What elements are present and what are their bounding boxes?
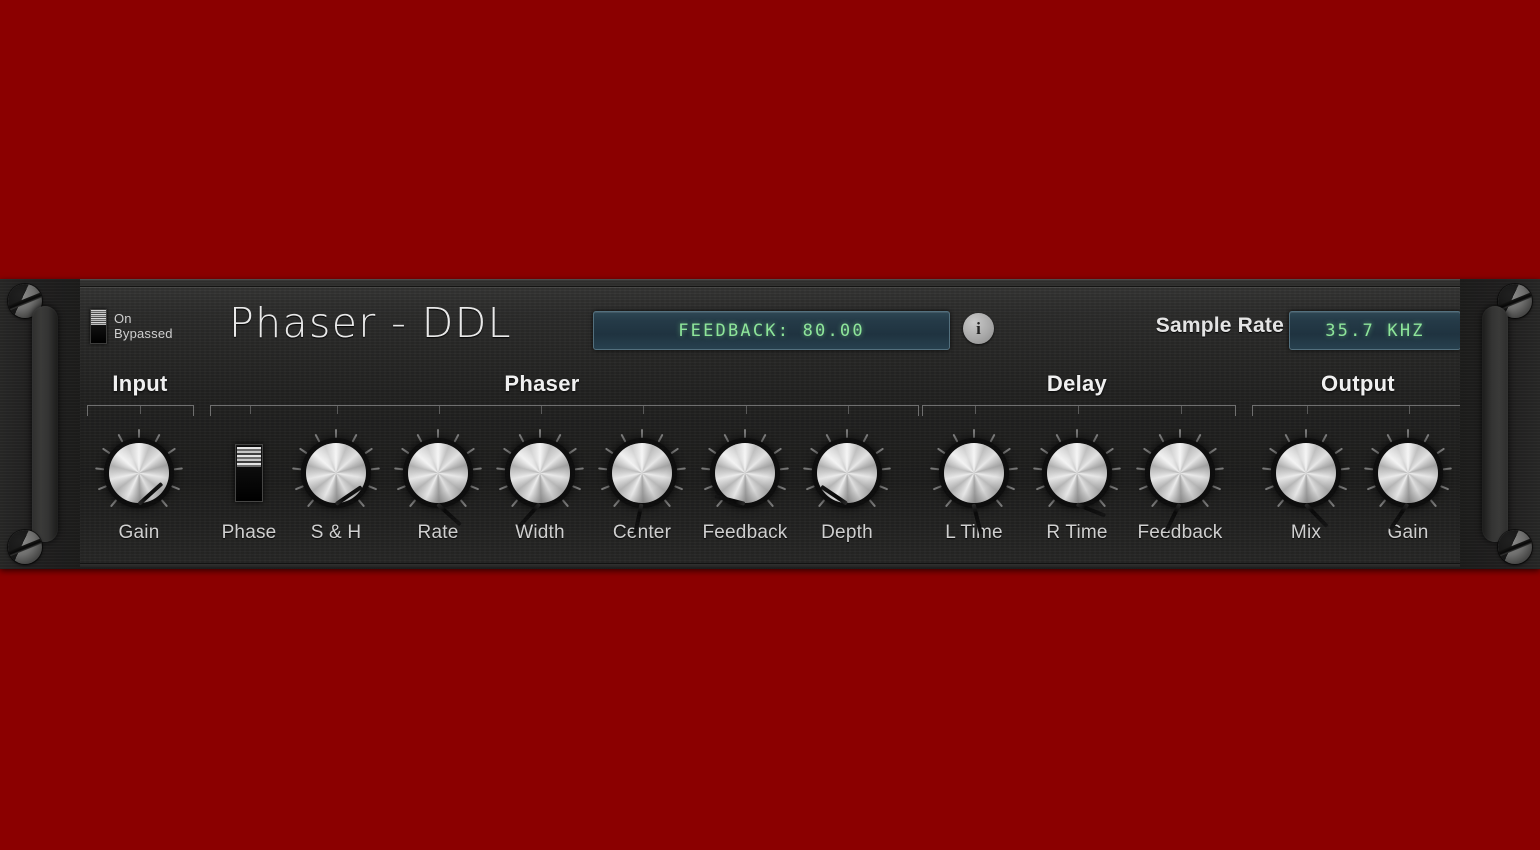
parameter-readout-display[interactable]: FEEDBACK: 80.00 <box>593 311 950 350</box>
bracket-tick <box>541 406 542 414</box>
rack-ear-right <box>1460 279 1540 569</box>
control-label-input-gain: Gain <box>118 522 160 543</box>
rack-handle-left <box>32 306 58 542</box>
knob-body[interactable] <box>1047 443 1107 518</box>
rack-ear-left <box>0 279 80 569</box>
bypass-toggle-group[interactable]: On Bypassed <box>90 309 173 344</box>
bypass-labels: On Bypassed <box>114 310 173 341</box>
bracket-tick <box>140 406 141 414</box>
control-cell-l-time: L Time <box>914 429 1034 544</box>
knob-center[interactable] <box>598 429 686 535</box>
bracket-tick <box>1181 406 1182 414</box>
knob-width[interactable] <box>496 429 584 529</box>
knob-body[interactable] <box>612 443 672 535</box>
switch-body <box>236 467 262 501</box>
control-cell-input-gain: Gain <box>79 429 199 544</box>
bracket-tick <box>439 406 440 414</box>
knob-l-time[interactable] <box>930 429 1018 535</box>
knob-body[interactable] <box>817 443 877 506</box>
bracket-tick <box>975 406 976 414</box>
control-label-l-time: L Time <box>945 522 1003 543</box>
control-label-delay-feedback: Feedback <box>1137 522 1223 543</box>
section-title-input: Input <box>112 371 168 396</box>
knob-body[interactable] <box>1276 443 1336 528</box>
knob-body[interactable] <box>408 443 468 527</box>
section-title-delay: Delay <box>1046 371 1108 396</box>
control-cell-output-gain: Gain <box>1348 429 1468 544</box>
bypass-switch[interactable] <box>90 309 107 344</box>
knob-body[interactable] <box>109 443 169 506</box>
knob-r-time[interactable] <box>1033 429 1121 518</box>
knob-input-gain[interactable] <box>95 429 183 517</box>
sample-rate-display: 35.7 KHZ <box>1289 311 1461 350</box>
knob-rate[interactable] <box>394 429 482 527</box>
knob-delay-feedback[interactable] <box>1136 429 1224 533</box>
control-cell-r-time: R Time <box>1017 429 1137 544</box>
knob-body[interactable] <box>944 443 1004 535</box>
control-label-center: Center <box>612 522 672 543</box>
bracket-tick <box>1307 406 1308 414</box>
section-title-output: Output <box>1321 371 1395 396</box>
bracket-tick <box>1078 406 1079 414</box>
knob-phaser-feedback[interactable] <box>701 429 789 517</box>
bypass-label-bypassed: Bypassed <box>114 325 173 341</box>
knob-body[interactable] <box>510 443 570 529</box>
rack-chassis: On Bypassed Phaser - DDL FEEDBACK: 80.00… <box>0 279 1540 569</box>
plugin-window: On Bypassed Phaser - DDL FEEDBACK: 80.00… <box>0 0 1540 850</box>
control-cell-center: Center <box>582 429 702 544</box>
control-label-depth: Depth <box>821 522 873 543</box>
section-title-phaser: Phaser <box>504 371 580 396</box>
bypass-label-on: On <box>114 310 132 326</box>
info-icon[interactable]: i <box>963 313 994 344</box>
page-title: Phaser - DDL <box>229 299 512 347</box>
knob-output-gain[interactable] <box>1364 429 1452 531</box>
knob-mix[interactable] <box>1262 429 1350 528</box>
switch-ribs <box>237 447 261 469</box>
bypass-switch-body <box>91 324 106 343</box>
sample-rate-label: Sample Rate <box>1155 314 1284 337</box>
knob-depth[interactable] <box>803 429 891 517</box>
control-cell-delay-feedback: Feedback <box>1120 429 1240 544</box>
bracket-tick <box>250 406 251 414</box>
bracket-tick <box>746 406 747 414</box>
bracket-tick <box>337 406 338 414</box>
switch-phase[interactable] <box>235 444 263 502</box>
knob-body[interactable] <box>714 443 775 506</box>
control-cell-depth: Depth <box>787 429 907 544</box>
screw-icon-bottom-left <box>8 530 42 564</box>
front-panel: On Bypassed Phaser - DDL FEEDBACK: 80.00… <box>64 287 1476 563</box>
section-bracket-phaser <box>210 405 919 416</box>
rack-handle-right <box>1482 306 1508 542</box>
control-label-output-gain: Gain <box>1387 522 1429 543</box>
bypass-switch-ribs <box>91 310 106 325</box>
section-bracket-delay <box>922 405 1236 416</box>
bracket-tick <box>1409 406 1410 414</box>
knob-body[interactable] <box>306 443 366 506</box>
control-label-r-time: R Time <box>1046 522 1108 543</box>
knob-body[interactable] <box>1378 443 1438 531</box>
knob-sample-and-hold[interactable] <box>292 429 380 517</box>
bracket-tick <box>848 406 849 414</box>
bracket-tick <box>643 406 644 414</box>
knob-body[interactable] <box>1150 443 1210 533</box>
section-bracket-output <box>1252 405 1466 416</box>
header-bar: On Bypassed Phaser - DDL FEEDBACK: 80.00… <box>64 287 1476 369</box>
section-bracket-input <box>87 405 194 416</box>
screw-icon-bottom-right <box>1498 530 1532 564</box>
